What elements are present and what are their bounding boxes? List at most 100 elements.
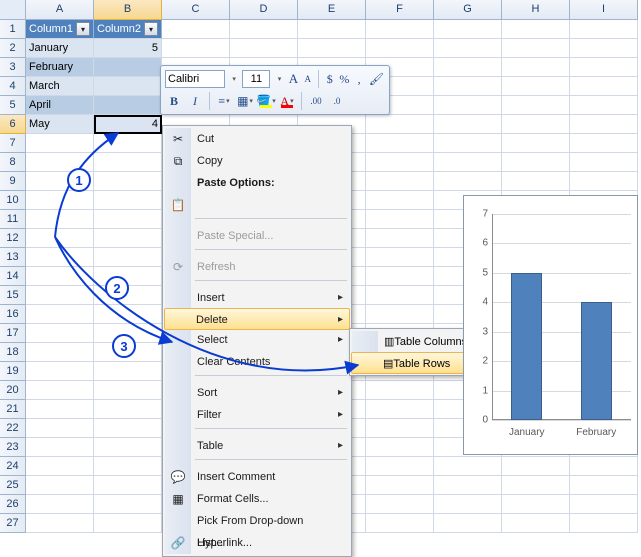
row-header-20[interactable]: 20: [0, 381, 26, 400]
menu-sort[interactable]: Sort: [165, 382, 349, 404]
cell-F23[interactable]: [366, 438, 434, 457]
table-cell-c1[interactable]: March: [26, 77, 94, 96]
col-header-H[interactable]: H: [502, 0, 570, 20]
cell-F8[interactable]: [366, 153, 434, 172]
cell-B8[interactable]: [94, 153, 162, 172]
row-header-7[interactable]: 7: [0, 134, 26, 153]
cell-H9[interactable]: [502, 172, 570, 191]
table-cell-c1[interactable]: April: [26, 96, 94, 115]
cell-B27[interactable]: [94, 514, 162, 533]
cell-G6[interactable]: [434, 115, 502, 134]
bold-icon[interactable]: B: [165, 92, 183, 110]
menu-format-cells[interactable]: ▦Format Cells...: [165, 488, 349, 510]
cell-C1[interactable]: [162, 20, 230, 39]
cell-F14[interactable]: [366, 267, 434, 286]
cell-A11[interactable]: [26, 210, 94, 229]
cell-G3[interactable]: [434, 58, 502, 77]
cell-F25[interactable]: [366, 476, 434, 495]
cell-F6[interactable]: [366, 115, 434, 134]
cell-B12[interactable]: [94, 229, 162, 248]
cell-H25[interactable]: [502, 476, 570, 495]
cell-B25[interactable]: [94, 476, 162, 495]
cell-G5[interactable]: [434, 96, 502, 115]
font-name-input[interactable]: [165, 70, 225, 88]
col-header-I[interactable]: I: [570, 0, 638, 20]
cell-H5[interactable]: [502, 96, 570, 115]
fill-color-icon[interactable]: 🪣: [257, 92, 275, 110]
cell-H1[interactable]: [502, 20, 570, 39]
cell-I1[interactable]: [570, 20, 638, 39]
menu-delete[interactable]: Delete: [164, 308, 350, 330]
cell-B26[interactable]: [94, 495, 162, 514]
cell-A12[interactable]: [26, 229, 94, 248]
row-header-17[interactable]: 17: [0, 324, 26, 343]
menu-clear-contents[interactable]: Clear Contents: [165, 351, 349, 373]
menu-cut[interactable]: ✂Cut: [165, 128, 349, 150]
cell-C2[interactable]: [162, 39, 230, 58]
row-header-27[interactable]: 27: [0, 514, 26, 533]
cell-F1[interactable]: [366, 20, 434, 39]
row-header-12[interactable]: 12: [0, 229, 26, 248]
decrease-decimal-icon[interactable]: .0: [328, 92, 346, 110]
cell-H6[interactable]: [502, 115, 570, 134]
font-name-dropdown-icon[interactable]: [228, 70, 239, 88]
table-cell-c1[interactable]: May: [26, 115, 94, 134]
italic-icon[interactable]: I: [186, 92, 204, 110]
cell-H3[interactable]: [502, 58, 570, 77]
cell-I27[interactable]: [570, 514, 638, 533]
row-header-24[interactable]: 24: [0, 457, 26, 476]
cell-F9[interactable]: [366, 172, 434, 191]
cell-A26[interactable]: [26, 495, 94, 514]
cell-H4[interactable]: [502, 77, 570, 96]
row-header-9[interactable]: 9: [0, 172, 26, 191]
cell-A24[interactable]: [26, 457, 94, 476]
table-cell-c1[interactable]: February: [26, 58, 94, 77]
table-cell-c2[interactable]: [94, 77, 162, 96]
menu-copy[interactable]: ⧉Copy: [165, 150, 349, 172]
cell-G26[interactable]: [434, 495, 502, 514]
align-icon[interactable]: ≡: [215, 92, 233, 110]
row-header-18[interactable]: 18: [0, 343, 26, 362]
menu-insert[interactable]: Insert: [165, 287, 349, 309]
cell-H7[interactable]: [502, 134, 570, 153]
cell-F20[interactable]: [366, 381, 434, 400]
col-header-A[interactable]: A: [26, 0, 94, 20]
menu-table[interactable]: Table: [165, 435, 349, 457]
cell-I26[interactable]: [570, 495, 638, 514]
cell-G7[interactable]: [434, 134, 502, 153]
cell-I3[interactable]: [570, 58, 638, 77]
cell-A25[interactable]: [26, 476, 94, 495]
shrink-font-icon[interactable]: A: [302, 70, 313, 88]
cell-D1[interactable]: [230, 20, 298, 39]
cell-A17[interactable]: [26, 324, 94, 343]
cell-I7[interactable]: [570, 134, 638, 153]
cell-D2[interactable]: [230, 39, 298, 58]
row-header-3[interactable]: 3: [0, 58, 26, 77]
cell-F10[interactable]: [366, 191, 434, 210]
row-header-13[interactable]: 13: [0, 248, 26, 267]
cell-A13[interactable]: [26, 248, 94, 267]
cell-G25[interactable]: [434, 476, 502, 495]
col-header-B[interactable]: B: [94, 0, 162, 20]
accounting-format-icon[interactable]: $: [324, 70, 335, 88]
cell-F22[interactable]: [366, 419, 434, 438]
cell-F27[interactable]: [366, 514, 434, 533]
row-header-6[interactable]: 6: [0, 115, 26, 134]
cell-H8[interactable]: [502, 153, 570, 172]
cell-E2[interactable]: [298, 39, 366, 58]
cell-E1[interactable]: [298, 20, 366, 39]
row-header-25[interactable]: 25: [0, 476, 26, 495]
menu-insert-comment[interactable]: 💬Insert Comment: [165, 466, 349, 488]
cell-B19[interactable]: [94, 362, 162, 381]
table-cell-c2[interactable]: [94, 58, 162, 77]
cell-A21[interactable]: [26, 400, 94, 419]
menu-pick-from-list[interactable]: Pick From Drop-down List...: [165, 510, 349, 532]
cell-B7[interactable]: [94, 134, 162, 153]
cell-F11[interactable]: [366, 210, 434, 229]
cell-A23[interactable]: [26, 438, 94, 457]
percent-format-icon[interactable]: %: [338, 70, 350, 88]
filter-dropdown-icon[interactable]: [76, 22, 90, 36]
row-header-11[interactable]: 11: [0, 210, 26, 229]
row-header-10[interactable]: 10: [0, 191, 26, 210]
cell-G24[interactable]: [434, 457, 502, 476]
